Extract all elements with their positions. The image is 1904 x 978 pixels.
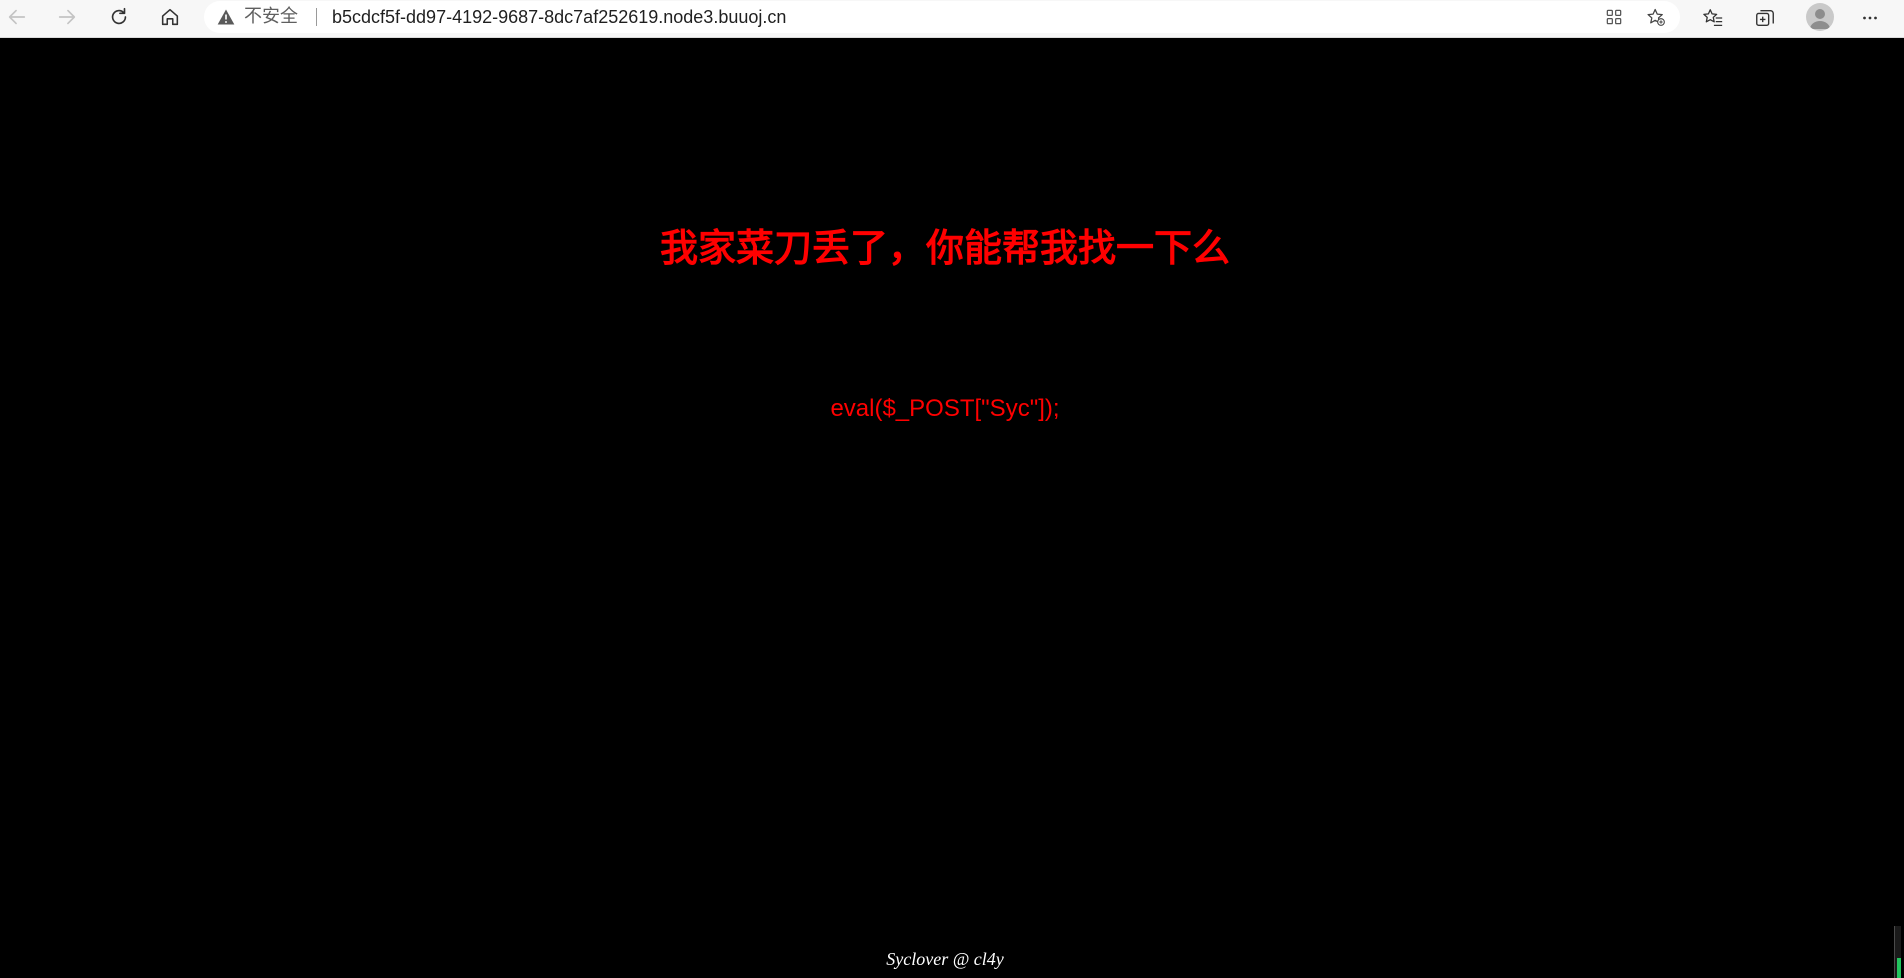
scroll-indicator bbox=[1897, 958, 1901, 978]
security-status-label[interactable]: 不安全 bbox=[244, 7, 298, 27]
forward-icon bbox=[58, 9, 76, 25]
page-footer: Syclover @ cl4y bbox=[886, 949, 1004, 969]
home-button[interactable] bbox=[153, 2, 187, 32]
warning-icon[interactable] bbox=[216, 7, 236, 27]
favorites-icon bbox=[1703, 9, 1723, 26]
home-icon bbox=[161, 8, 179, 26]
refresh-button[interactable] bbox=[102, 2, 136, 32]
forward-button[interactable] bbox=[50, 2, 84, 32]
vertical-scrollbar[interactable] bbox=[1890, 38, 1904, 978]
url-text[interactable]: b5cdcf5f-dd97-4192-9687-8dc7af252619.nod… bbox=[332, 7, 786, 27]
profile-icon bbox=[1810, 9, 1830, 29]
back-button[interactable] bbox=[0, 2, 34, 32]
collections-button[interactable] bbox=[1750, 3, 1780, 33]
refresh-icon bbox=[111, 7, 127, 25]
browser-toolbar: 不安全 b5cdcf5f-dd97-4192-9687-8dc7af252619… bbox=[0, 0, 1904, 38]
address-separator bbox=[316, 8, 317, 26]
add-favorite-icon bbox=[1647, 8, 1665, 26]
add-favorite-button[interactable] bbox=[1644, 5, 1668, 29]
page-content: 我家菜刀丢了，你能帮我找一下么 eval($_POST["Syc"]); Syc… bbox=[0, 38, 1904, 978]
code-snippet: eval($_POST["Syc"]); bbox=[830, 395, 1060, 422]
favorites-button[interactable] bbox=[1698, 3, 1728, 33]
profile-avatar[interactable] bbox=[1806, 3, 1834, 31]
back-icon bbox=[8, 9, 26, 25]
app-grid-icon bbox=[1606, 9, 1622, 25]
app-grid-button[interactable] bbox=[1602, 5, 1626, 29]
address-bar[interactable]: 不安全 b5cdcf5f-dd97-4192-9687-8dc7af252619… bbox=[204, 1, 1680, 33]
more-menu-button[interactable] bbox=[1855, 3, 1885, 33]
collections-icon bbox=[1756, 9, 1774, 27]
more-icon bbox=[1863, 16, 1877, 20]
page-headline: 我家菜刀丢了，你能帮我找一下么 bbox=[659, 226, 1230, 270]
